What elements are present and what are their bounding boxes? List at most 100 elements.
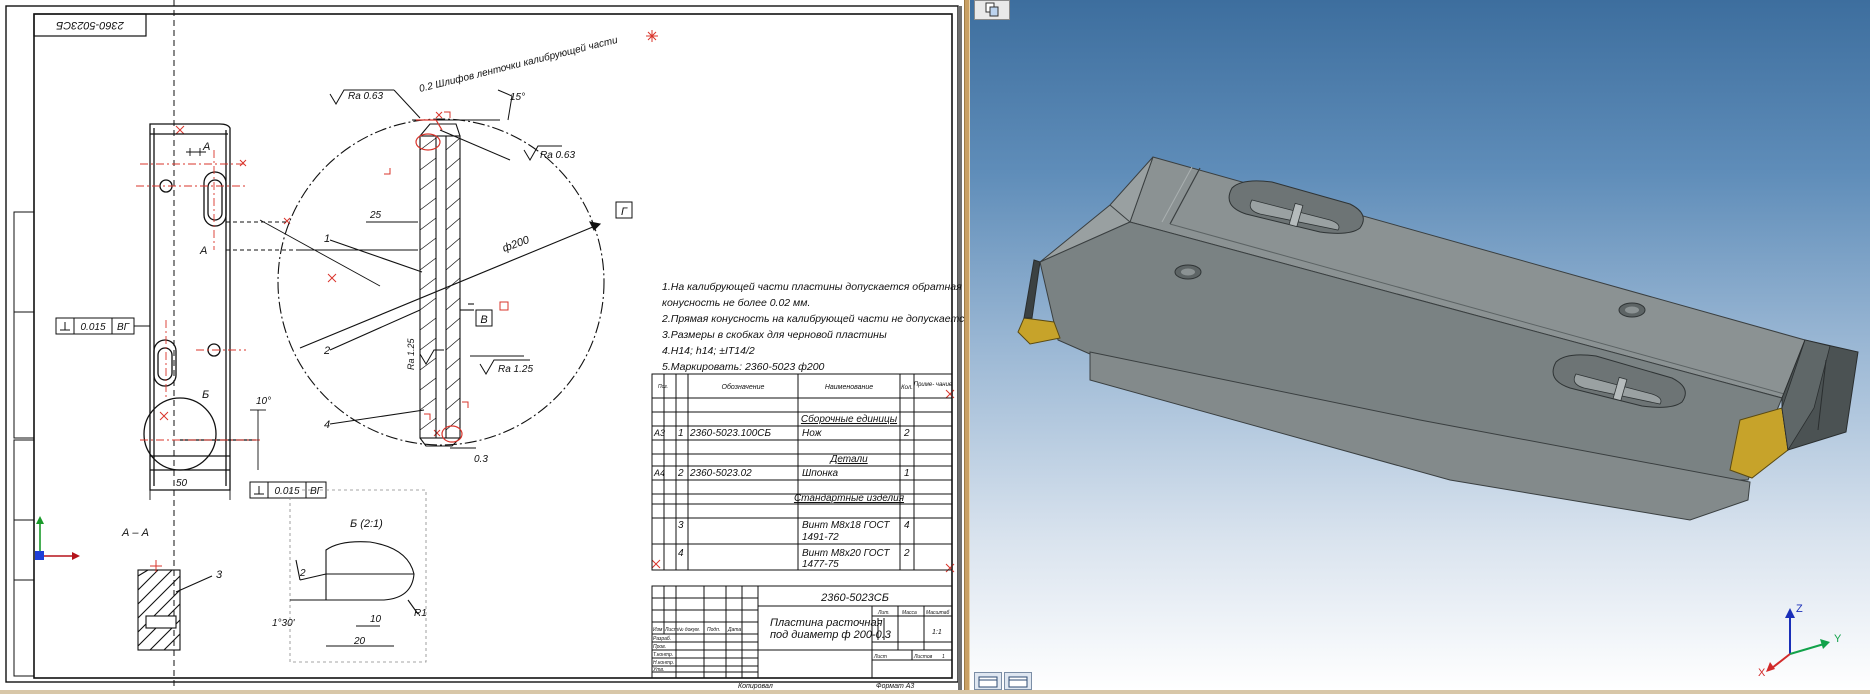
tb-col-list: Лист: [664, 627, 678, 633]
title-line-2: под диаметр ф 200-0.3: [770, 629, 892, 641]
spec-row3-pos: 3: [678, 520, 684, 531]
detail-dim-angle: 1°30': [272, 618, 296, 629]
stamp-text: 2360-5023СБ: [56, 19, 125, 31]
spec-row2-code: 2360-5023.02: [689, 468, 752, 479]
spec-header-pos: Поз.: [658, 384, 668, 390]
view-g-label: Г: [621, 206, 628, 218]
spec-header-note: Приме- чание: [914, 382, 953, 388]
left-margin-strip: [13, 211, 35, 677]
axis-z-label: Z: [1796, 603, 1803, 615]
tb-scale: Масштаб: [926, 610, 950, 616]
main-circle-view: [277, 118, 605, 449]
leader-1: 1: [324, 233, 330, 245]
leader-2: 2: [323, 345, 330, 357]
spec-row4-pos: 4: [678, 548, 684, 559]
spec-row3-qty: 4: [904, 520, 910, 531]
note-line-4: 3.Размеры в скобках для черновой пластин…: [662, 329, 887, 341]
tb-row-tcontrol: Т.контр.: [653, 652, 673, 658]
drawing-sheet: 2360-5023СБ А А Б 10° 50 0.015 ВГ 0.015 …: [5, 0, 964, 690]
axis-triad: Z Y X: [1758, 603, 1842, 679]
roughness-label-4: Ra 1.25: [406, 337, 416, 370]
tb-scale-value: 1:1: [932, 629, 942, 636]
angle-10-label: 10°: [256, 396, 271, 407]
spec-row1-code: 2360-5023.100СБ: [689, 428, 772, 439]
dim-03-label: 0.3: [474, 454, 488, 465]
drawing-viewport[interactable]: 2360-5023СБ А А Б 10° 50 0.015 ВГ 0.015 …: [0, 0, 964, 690]
tb-sheets: Листов: [913, 654, 933, 660]
circle-red-details: [415, 119, 463, 443]
view-v-label: В: [480, 314, 487, 326]
spec-row4-qty: 2: [903, 548, 910, 559]
spec-row1-name: Нож: [802, 428, 823, 439]
leader-3: 3: [216, 569, 223, 581]
spec-row2-qty: 1: [904, 468, 910, 479]
note-line-5: 4.Н14; h14; ±IT14/2: [662, 345, 755, 357]
spec-header-name: Наименование: [825, 384, 873, 391]
spec-row2-fmt: А4: [653, 468, 665, 478]
roughness-label-2: Ra 0.63: [540, 150, 575, 161]
spec-table-text: Поз. Обозначение Наименование Кол. Приме…: [653, 382, 953, 570]
spec-header-qty: Кол.: [901, 385, 913, 391]
note-line-6: 5.Маркировать: 2360-5023 ф200: [662, 361, 825, 373]
tb-col-izm: Изм: [653, 627, 663, 633]
section-a-mark-top: А: [202, 141, 210, 153]
tb-row-approve: Утв.: [653, 667, 664, 673]
tb-col-doc: № докум.: [678, 627, 700, 633]
tb-col-sign: Подп.: [707, 627, 720, 633]
spec-row3-name: Винт М8х18 ГОСТ: [802, 520, 890, 531]
spec-row4-name2: 1477-75: [802, 559, 839, 570]
title-designation: 2360-5023СБ: [820, 592, 889, 604]
spec-row2-name: Шпонка: [802, 468, 838, 479]
section-aa-label: А – А: [121, 527, 149, 539]
diameter-label: ф200: [501, 234, 532, 255]
inner-frame: [33, 13, 953, 679]
window-thumbnail-2[interactable]: [1004, 672, 1032, 690]
note-line-3: 2.Прямая конусность на калибрующей части…: [661, 313, 964, 325]
dim-50-label: 50: [176, 478, 188, 489]
spec-row1-pos: 1: [678, 428, 684, 439]
tb-row-dev: Разраб.: [653, 636, 671, 642]
tb-copied: Копировал: [738, 683, 773, 690]
svg-text:0.015: 0.015: [274, 486, 299, 497]
spec-section-assembly: Сборочные единицы: [801, 413, 898, 425]
part-front-view: [143, 123, 256, 491]
roughness-label-3: Ra 1.25: [498, 364, 533, 375]
spec-row4-name: Винт М8х20 ГОСТ: [802, 548, 890, 559]
title-block-text: 2360-5023СБ Пластина расточная под диаме…: [653, 592, 950, 690]
svg-text:0.015: 0.015: [80, 322, 105, 333]
tb-col-date: Дата: [727, 627, 741, 633]
svg-text:ВГ: ВГ: [310, 486, 324, 497]
detail-dim-20: 20: [353, 636, 366, 647]
note-line-2: конусность не более 0.02 мм.: [662, 297, 810, 309]
detail-b-label: Б (2:1): [350, 518, 383, 530]
spec-row1-qty: 2: [903, 428, 910, 439]
section-aa-view: [137, 569, 213, 651]
detail-dim-r1: R1: [414, 608, 427, 619]
window-icon: [1008, 676, 1028, 688]
spec-section-parts: Детали: [829, 454, 868, 465]
spec-row2-pos: 2: [677, 468, 684, 479]
tb-mass: Масса: [902, 610, 917, 616]
insert-left: [1017, 317, 1061, 345]
model-3d-viewport[interactable]: Z Y X: [970, 0, 1870, 690]
window-thumbnail-1[interactable]: [974, 672, 1002, 690]
dim-25-label: 25: [369, 210, 382, 221]
part-dim-lines: [149, 148, 381, 500]
model-canvas: [1017, 156, 1859, 521]
section-a-mark-bottom: А: [199, 245, 207, 257]
detail-dim-10: 10: [370, 614, 382, 625]
window-icon: [978, 676, 998, 688]
angle-15-label: 15°: [510, 92, 525, 103]
spec-section-standard: Стандартные изделия: [794, 493, 905, 504]
spec-row1-fmt: А3: [653, 428, 665, 438]
roughness-label-1: Ra 0.63: [348, 91, 383, 102]
outer-frame: [5, 5, 959, 683]
spec-header-code: Обозначение: [722, 383, 765, 391]
sheet-axis-indicator: [35, 516, 80, 560]
tb-sheet: Лист: [873, 654, 887, 660]
title-line-1: Пластина расточная: [770, 617, 883, 629]
tolerance-frame-1: 0.015 ВГ: [55, 317, 150, 335]
tb-lit: Лит.: [877, 610, 890, 616]
leader-4: 4: [324, 419, 330, 431]
note-line-1: 1.На калибрующей части пластины допускае…: [662, 281, 962, 293]
